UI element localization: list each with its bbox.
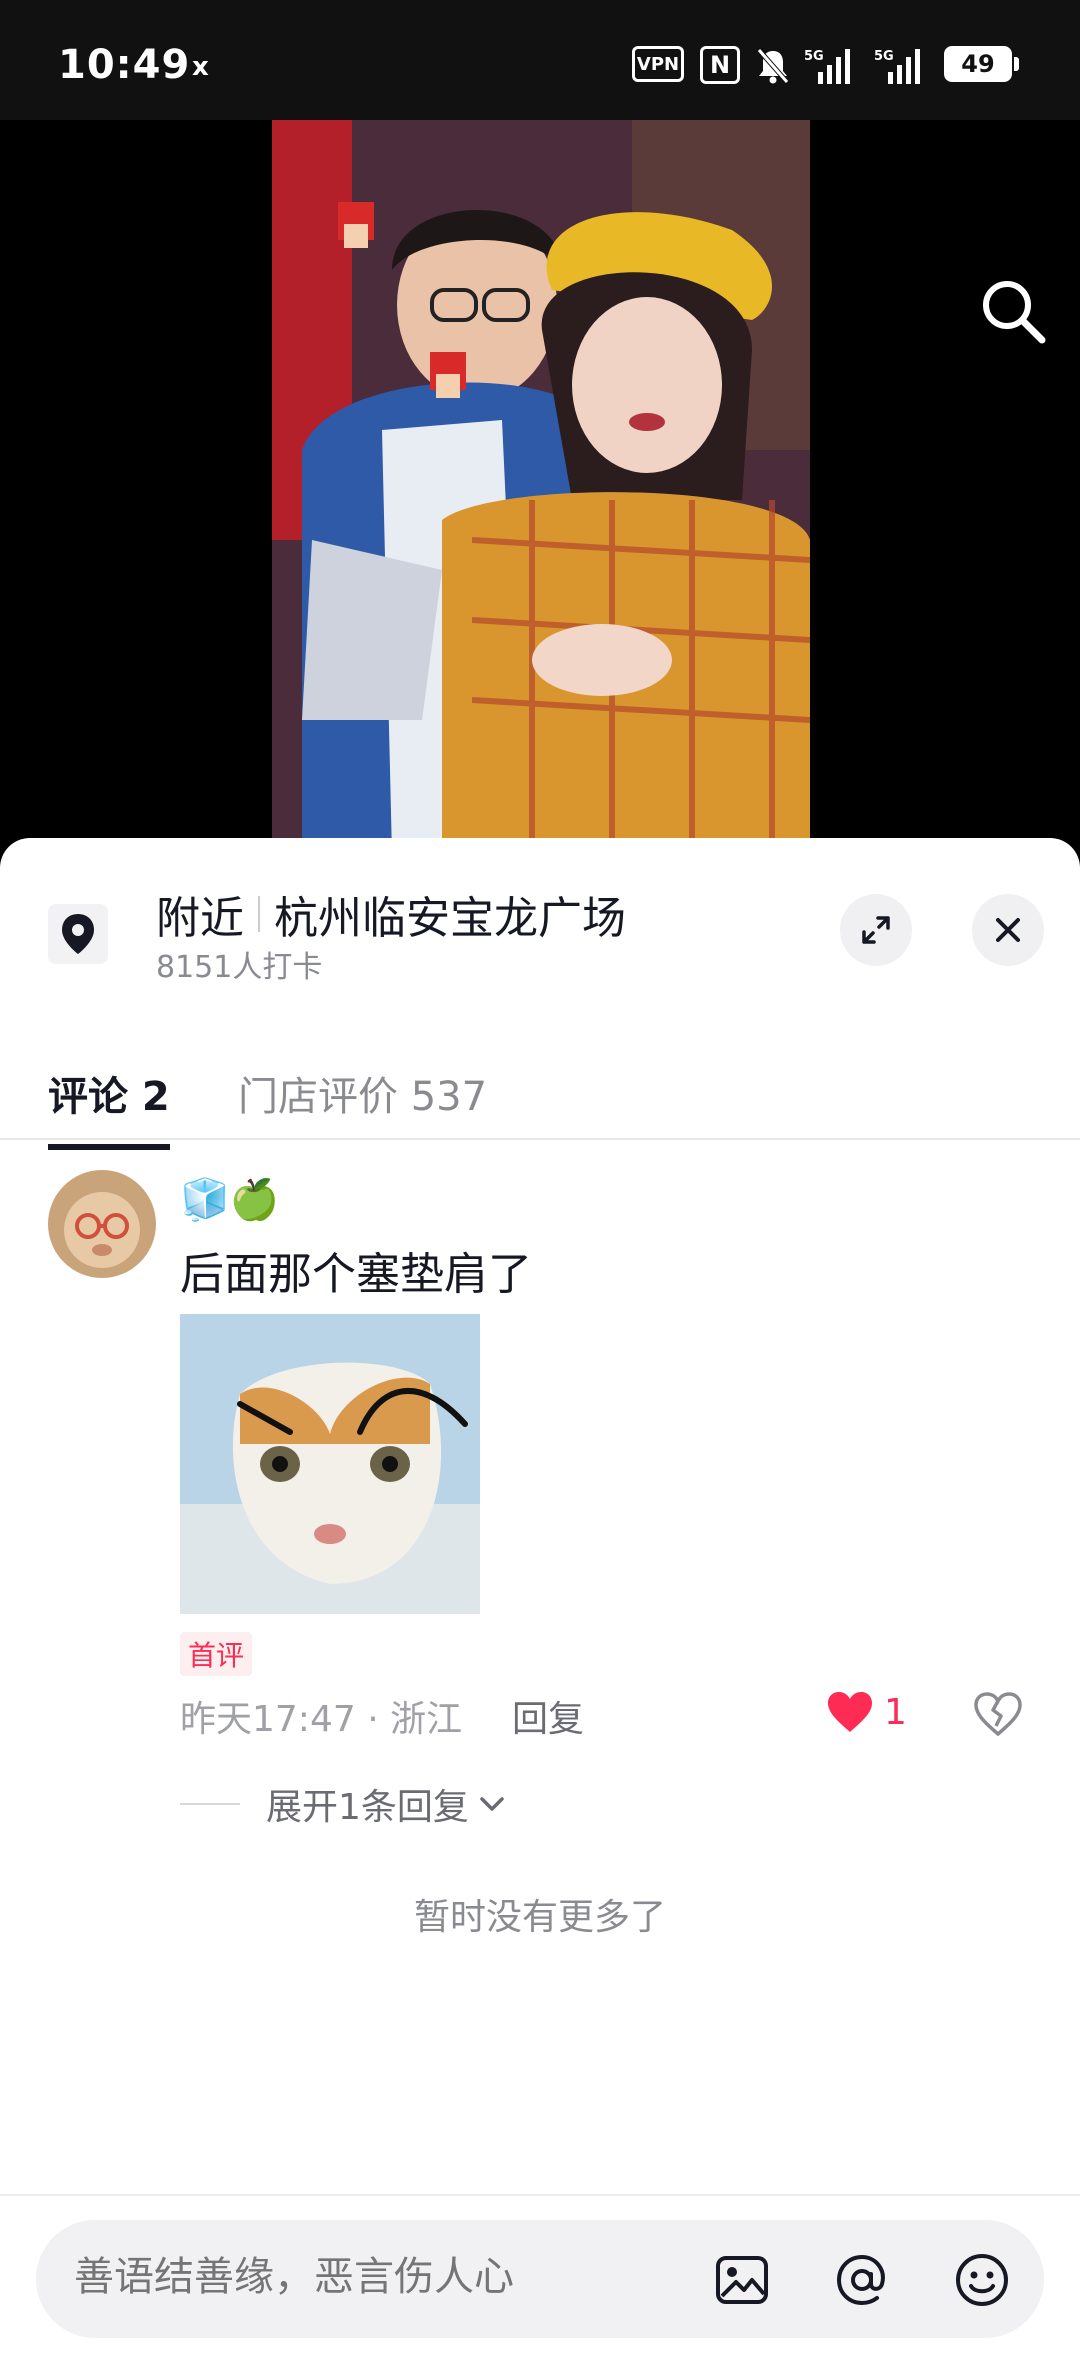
- signal-5g-icon: 5G: [802, 46, 854, 86]
- close-icon: [996, 918, 1020, 942]
- mute-icon: [752, 46, 794, 86]
- battery-icon: 49: [944, 46, 1019, 82]
- input-divider: [0, 2194, 1080, 2196]
- chevron-down-icon: [480, 1797, 504, 1811]
- dislike-button[interactable]: [972, 1688, 1024, 1740]
- location-separator: [258, 896, 260, 932]
- avatar[interactable]: [48, 1170, 156, 1278]
- expand-sheet-button[interactable]: [840, 894, 912, 966]
- expand-replies-button[interactable]: 展开1条回复: [180, 1778, 509, 1830]
- close-button[interactable]: [972, 894, 1044, 966]
- comment-text: 后面那个塞垫肩了: [180, 1249, 532, 1300]
- nfc-icon: N: [700, 46, 740, 84]
- signal-5g-label: 5G: [804, 49, 824, 64]
- location-title[interactable]: 附近 杭州临安宝龙广场: [156, 882, 626, 946]
- signal-5g-icon-2: 5G: [872, 46, 924, 86]
- tab-bar: 评论 2 门店评价 537: [0, 1048, 1080, 1150]
- heart-icon: [828, 1692, 872, 1732]
- video-player[interactable]: [0, 120, 1080, 855]
- status-time: 10:49: [58, 42, 191, 88]
- x-app-icon: x: [192, 52, 209, 82]
- search-icon[interactable]: [976, 274, 1048, 346]
- reply-button[interactable]: 回复: [512, 1690, 584, 1742]
- expand-replies-label: 展开1条回复: [266, 1787, 469, 1828]
- expand-divider: [180, 1803, 240, 1805]
- commenter-nickname[interactable]: 🧊🍏: [180, 1176, 280, 1223]
- vpn-icon: VPN: [632, 46, 684, 82]
- location-checkins: 8151人打卡: [156, 950, 323, 985]
- location-pin-icon: [48, 904, 108, 964]
- no-more-comments: 暂时没有更多了: [413, 1897, 666, 1938]
- comment-input-bar[interactable]: [36, 2220, 1044, 2338]
- comment-sheet: 附近 杭州临安宝龙广场 8151人打卡 评论 2 门店评价 537 🧊🍏 后面那…: [0, 838, 1080, 2376]
- emoji-icon[interactable]: [952, 2250, 1012, 2310]
- image-icon[interactable]: [712, 2250, 772, 2310]
- expand-icon: [862, 916, 890, 944]
- tab-comments[interactable]: 评论 2: [48, 1064, 170, 1150]
- video-frame: [272, 120, 810, 855]
- comment-image[interactable]: [180, 1314, 480, 1614]
- status-bar: 10:49 x VPN N 5G 5G 49: [0, 0, 1080, 120]
- like-button[interactable]: 1: [826, 1690, 907, 1734]
- tab-store-reviews[interactable]: 门店评价 537: [238, 1064, 487, 1122]
- signal-5g-label-2: 5G: [874, 49, 894, 64]
- comment-input[interactable]: [74, 2254, 674, 2300]
- like-count: 1: [884, 1691, 907, 1733]
- comment-meta: 昨天17:47 · 浙江: [180, 1699, 463, 1740]
- location-prefix: 附近: [156, 893, 244, 944]
- location-name: 杭州临安宝龙广场: [274, 893, 626, 944]
- broken-heart-icon: [974, 1692, 1022, 1737]
- mention-icon[interactable]: [832, 2250, 892, 2310]
- first-comment-badge: 首评: [180, 1632, 253, 1676]
